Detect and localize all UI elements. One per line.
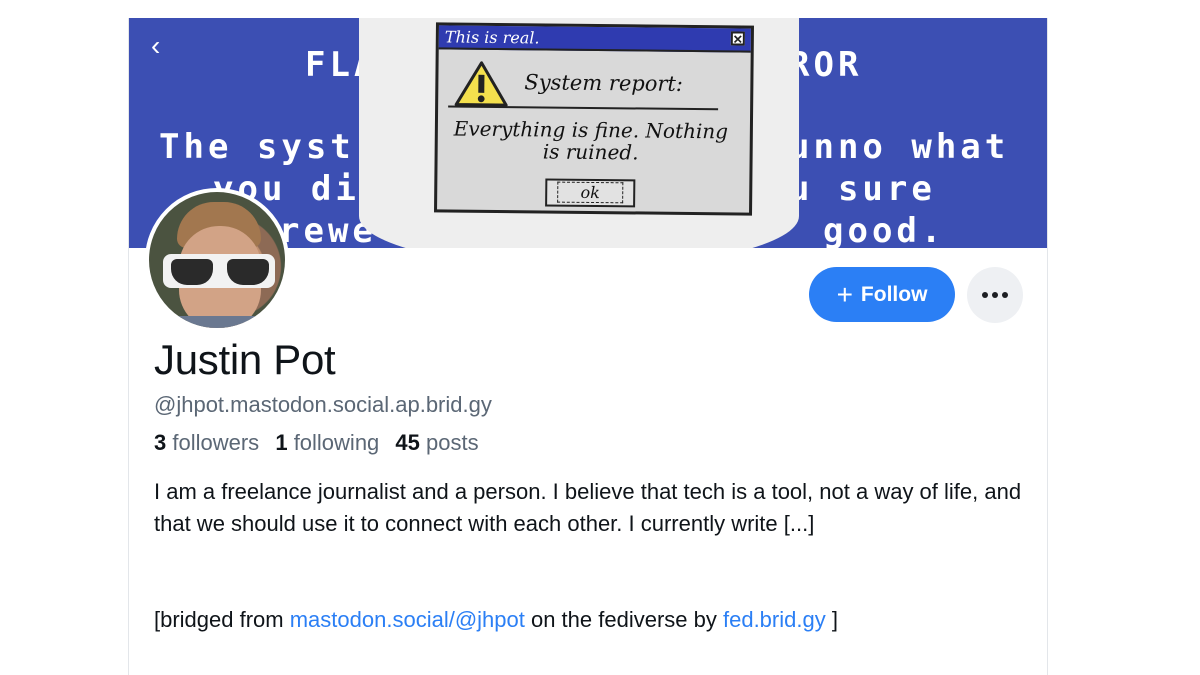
mastodon-profile-link[interactable]: mastodon.social/@jhpot	[290, 607, 525, 632]
comic-dialog: This is real. ✕ System report: Everythin…	[434, 22, 754, 216]
bridged-note: [bridged from mastodon.social/@jhpot on …	[154, 604, 838, 636]
following-label: following	[293, 430, 380, 455]
back-icon[interactable]: ‹	[151, 32, 171, 60]
avatar[interactable]	[145, 188, 289, 332]
followers-link[interactable]: 3 followers	[154, 430, 259, 455]
following-link[interactable]: 1 following	[275, 430, 379, 455]
divider	[448, 105, 719, 111]
dialog-title: This is real.	[444, 27, 540, 48]
banner-text: good.	[823, 211, 946, 248]
profile-name: Justin Pot	[154, 336, 336, 383]
dialog-message: Everything is fine. Nothing is ruined.	[453, 116, 729, 165]
banner-text: u sure	[789, 169, 936, 209]
banner-text: unno what	[789, 127, 1010, 167]
banner-text: The syst	[159, 127, 355, 167]
profile-stats: 3 followers 1 following 45 posts	[154, 430, 479, 456]
ellipsis-icon	[982, 292, 988, 298]
dialog-titlebar: This is real. ✕	[438, 25, 751, 53]
bridged-prefix: [bridged from	[154, 607, 290, 632]
follow-button[interactable]: + Follow	[809, 267, 955, 322]
dialog-ok-button: ok	[545, 178, 636, 208]
profile-handle: @jhpot.mastodon.social.ap.brid.gy	[154, 392, 492, 417]
bridged-middle: on the fediverse by	[524, 607, 723, 632]
bridged-suffix: ]	[825, 607, 838, 632]
more-options-button[interactable]	[967, 267, 1023, 323]
follow-label: Follow	[860, 282, 928, 306]
posts-count-group: 45 posts	[395, 430, 478, 455]
followers-label: followers	[172, 430, 260, 455]
dialog-heading: System report:	[524, 70, 684, 96]
plus-icon: +	[836, 278, 853, 310]
following-count: 1	[275, 430, 288, 455]
posts-label: posts	[426, 430, 479, 455]
warning-icon	[454, 61, 508, 107]
profile-bio: I am a freelance journalist and a person…	[154, 479, 1022, 536]
dialog-ok-label: ok	[557, 181, 623, 204]
posts-count: 45	[395, 430, 420, 455]
bridgy-fed-link[interactable]: fed.brid.gy	[723, 607, 826, 632]
followers-count: 3	[154, 430, 167, 455]
profile-card: FLA ROR The syst unno what you di u sure…	[128, 18, 1048, 675]
close-icon: ✕	[730, 31, 745, 47]
banner-text: ROR	[789, 45, 863, 85]
